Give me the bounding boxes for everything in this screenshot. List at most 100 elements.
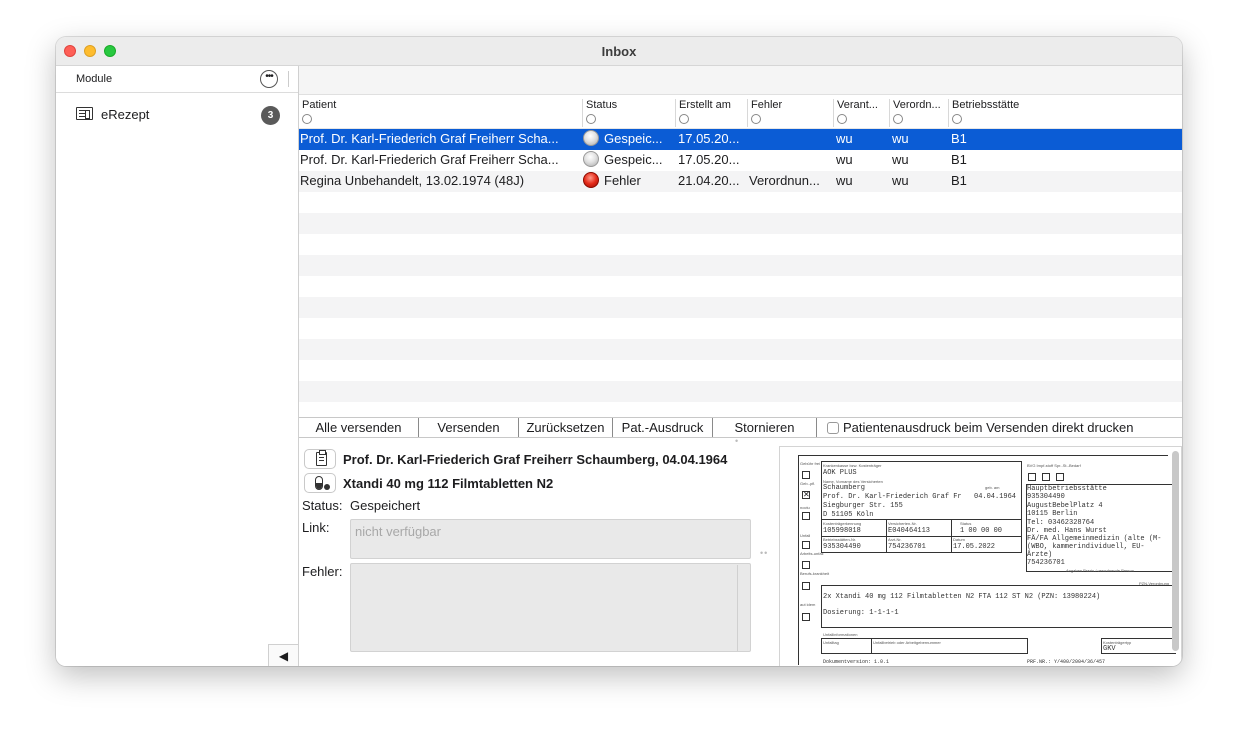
status-value: Gespeichert <box>350 498 421 513</box>
send-button[interactable]: Versenden <box>419 418 519 437</box>
date-value: 17.05.2022 <box>953 543 996 551</box>
accident-day-label: Unfalltag <box>823 640 839 645</box>
practice-line: Ärzte) <box>1027 551 1053 559</box>
versicherten-value: E040464113 <box>888 527 931 535</box>
date-label: Datum <box>953 537 965 542</box>
link-field[interactable]: nicht verfügbar <box>350 519 751 559</box>
pill-dot-icon <box>324 484 330 490</box>
prescription-table: Patient Status Erstellt am Fehler Verant… <box>299 95 1182 417</box>
column-header-status[interactable]: Status <box>582 99 675 127</box>
patient-box-vline <box>951 519 952 553</box>
reset-button[interactable]: Zurücksetzen <box>519 418 613 437</box>
module-sidebar: Module ••• eRezept 3 ◀ <box>56 66 299 666</box>
insurer-value: AOK PLUS <box>823 469 857 477</box>
empty-row <box>299 234 1182 255</box>
fee-free-label: Gebühr frei <box>800 461 821 466</box>
table-header: Patient Status Erstellt am Fehler Verant… <box>299 95 1182 129</box>
print-on-send-checkbox[interactable] <box>827 422 839 434</box>
patient-print-button[interactable]: Pat.-Ausdruck <box>613 418 713 437</box>
kostentraeger-label: Kostenträgerkennung <box>823 521 862 526</box>
print-number: PRF.NR.: Y/400/2004/36/457 <box>1027 659 1106 665</box>
empty-row <box>299 255 1182 276</box>
status-light-icon <box>583 151 599 167</box>
sidebar-item-label: eRezept <box>101 107 150 122</box>
accident-checkbox <box>802 541 810 549</box>
prescription-doc-icon <box>76 107 93 120</box>
practice-line: Dr. med. Hans Wurst <box>1027 527 1107 535</box>
kostentraeger-value: 105998018 <box>823 527 861 535</box>
created-cell: 17.05.20... <box>678 131 740 146</box>
responsible-cell: wu <box>836 152 853 167</box>
table-row[interactable]: Prof. Dr. Karl-Friederich Graf Freiherr … <box>299 150 1182 171</box>
status-code-value: 1 00 00 00 <box>960 527 1003 535</box>
title-bar: Inbox <box>56 37 1182 66</box>
bsnr-label: Betriebsstätten-Nr. <box>823 537 857 542</box>
column-label: Fehler <box>751 99 783 111</box>
filter-circle-icon[interactable] <box>302 114 312 124</box>
column-header-site[interactable]: Betriebsstätte <box>948 99 1182 127</box>
filter-circle-icon[interactable] <box>586 114 596 124</box>
filter-circle-icon[interactable] <box>952 114 962 124</box>
fee-free-checkbox <box>802 471 810 479</box>
splitter-handle-icon[interactable]: • <box>735 436 739 446</box>
link-label: Link: <box>302 520 330 535</box>
fee-required-label: Geb.-pfl. <box>800 481 816 486</box>
medication-button[interactable] <box>304 473 336 493</box>
empty-row <box>299 402 1182 417</box>
occupational-disease-label: Berufs-krankheit <box>800 571 830 576</box>
column-header-error[interactable]: Fehler <box>747 99 833 127</box>
occupational-disease-checkbox <box>802 582 810 590</box>
filter-circle-icon[interactable] <box>679 114 689 124</box>
column-header-prescriber[interactable]: Verordn... <box>889 99 948 127</box>
preview-vertical-scrollbar[interactable] <box>1172 451 1179 651</box>
error-label: Fehler: <box>302 564 343 579</box>
toolbar <box>299 66 1182 95</box>
practice-line: FÄ/FA Allgemeinmedizin (alte (M- <box>1027 535 1162 543</box>
surname-value: Schaumberg <box>823 484 866 492</box>
error-field[interactable] <box>350 563 751 652</box>
window-title: Inbox <box>601 44 637 59</box>
empty-row <box>299 192 1182 213</box>
lanr-label: Arzt-Nr. <box>888 537 902 542</box>
column-header-responsible[interactable]: Verant... <box>833 99 889 127</box>
table-row[interactable]: Regina Unbehandelt, 13.02.1974 (48J) Feh… <box>299 171 1182 192</box>
patient-box-vline <box>886 519 887 553</box>
column-label: Verordn... <box>893 99 941 111</box>
status-light-icon <box>583 172 599 188</box>
filter-circle-icon[interactable] <box>751 114 761 124</box>
cancel-prescription-button[interactable]: Stornieren <box>713 418 817 437</box>
special-marks-labels: BVG Impf-stoff Spr.-St.-Bedarf <box>1027 463 1081 468</box>
created-cell: 17.05.20... <box>678 152 740 167</box>
accident-label: Unfall <box>800 533 811 538</box>
error-field-scrollbar[interactable] <box>737 565 738 651</box>
ellipsis-circle-icon[interactable]: ••• <box>260 70 278 88</box>
practice-line: 10115 Berlin <box>1027 510 1078 518</box>
status-label: Status: <box>302 498 343 513</box>
status-light-icon <box>583 130 599 146</box>
filter-circle-icon[interactable] <box>837 114 847 124</box>
collapse-sidebar-button[interactable]: ◀ <box>268 644 298 666</box>
practice-line: (WBO, kammerindividuell, EU- <box>1027 543 1145 551</box>
empty-row <box>299 318 1182 339</box>
accident-box-vline <box>871 638 872 654</box>
birth-label: geb. am <box>985 485 1000 490</box>
send-all-button[interactable]: Alle versenden <box>299 418 419 437</box>
patient-record-button[interactable] <box>304 449 336 469</box>
city-value: D 51105 Köln <box>823 511 874 519</box>
patient-cell: Prof. Dr. Karl-Friederich Graf Freiherr … <box>300 131 559 146</box>
table-row[interactable]: Prof. Dr. Karl-Friederich Graf Freiherr … <box>299 129 1182 150</box>
street-value: Siegburger Str. 155 <box>823 502 903 510</box>
fullname-value: Prof. Dr. Karl-Friederich Graf Fr <box>823 493 962 501</box>
form-top-line <box>798 455 1168 456</box>
empty-row <box>299 381 1182 402</box>
responsible-cell: wu <box>836 131 853 146</box>
main-area: Patient Status Erstellt am Fehler Verant… <box>299 66 1182 666</box>
clipboard-icon <box>316 450 327 466</box>
column-header-patient[interactable]: Patient <box>299 99 582 127</box>
column-header-created[interactable]: Erstellt am <box>675 99 747 127</box>
splitter-handle-icon[interactable]: •• <box>760 548 768 558</box>
site-cell: B1 <box>951 131 967 146</box>
column-label: Erstellt am <box>679 99 731 111</box>
filter-circle-icon[interactable] <box>893 114 903 124</box>
sidebar-item-erezept[interactable]: eRezept 3 <box>56 104 299 128</box>
